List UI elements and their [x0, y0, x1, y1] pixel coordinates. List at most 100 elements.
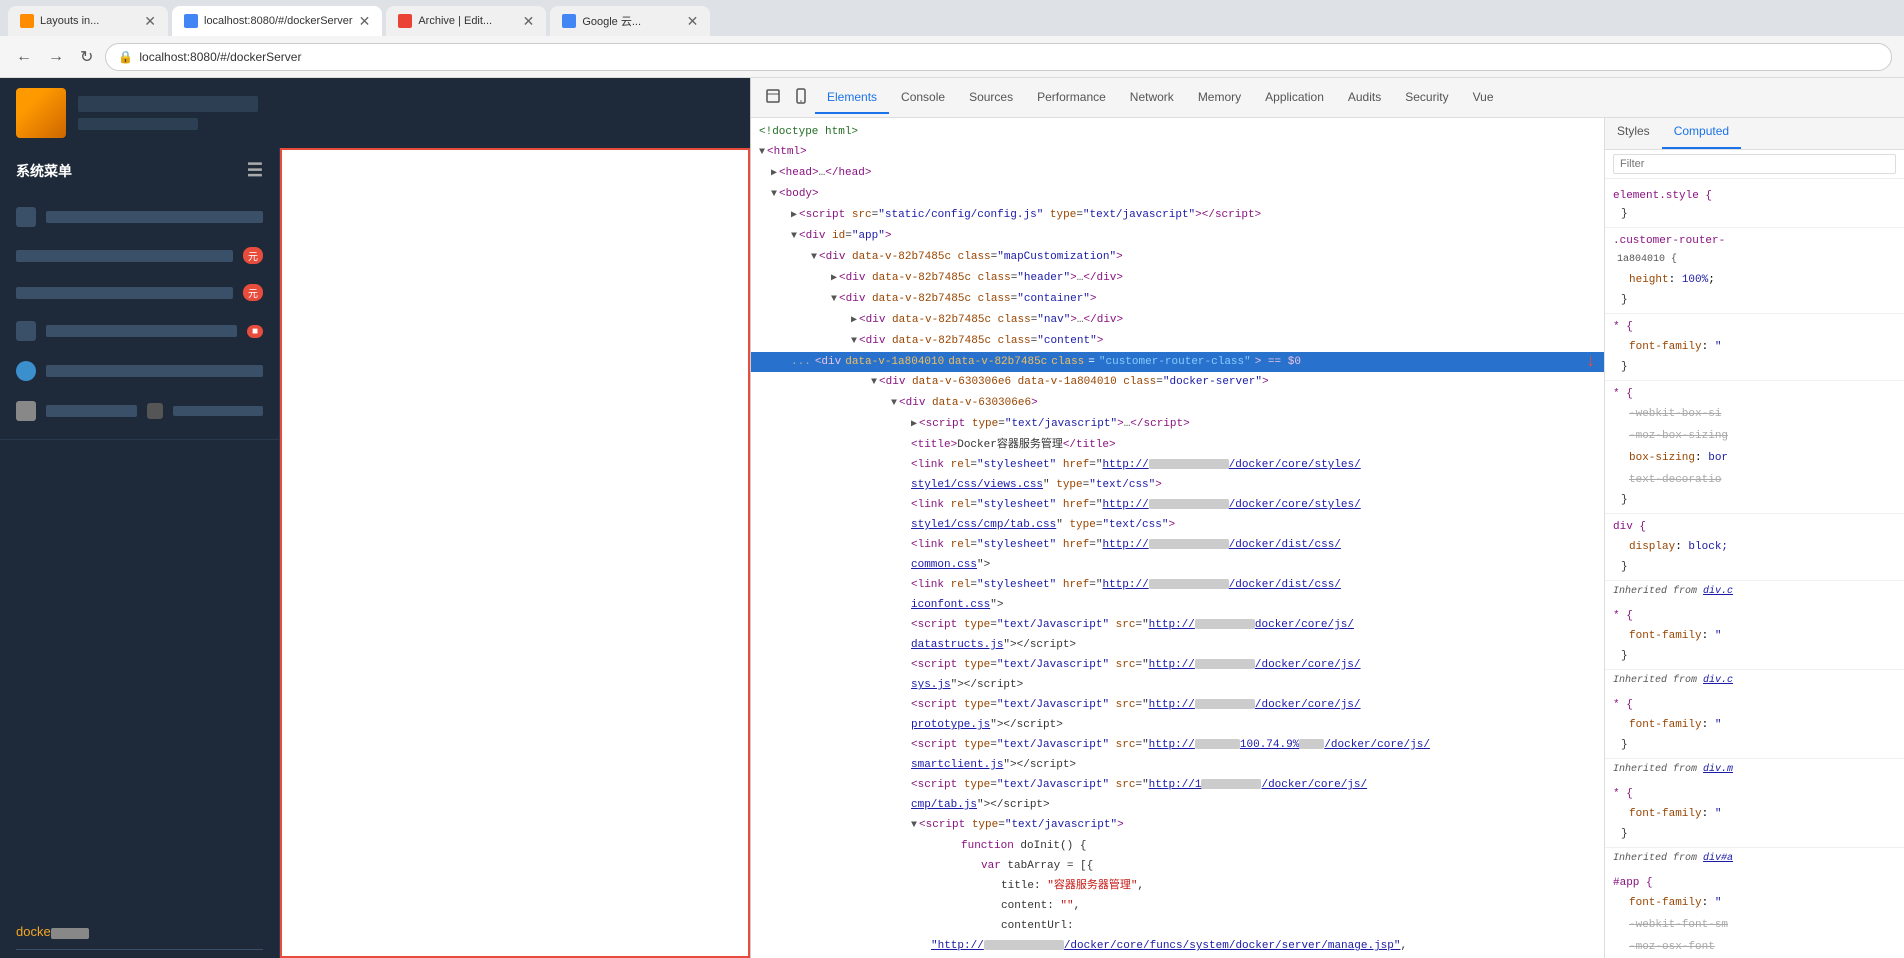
style-selector-inherited-2: * {	[1613, 699, 1633, 711]
dom-docker-triangle[interactable]	[871, 377, 877, 388]
dom-header-triangle[interactable]	[831, 273, 837, 284]
dom-div-nav[interactable]: <div data-v-82b7485c class="nav">…</div>	[751, 310, 1604, 331]
hamburger-icon[interactable]: ☰	[247, 160, 263, 181]
dom-panel[interactable]: <!doctype html> <html> <head>…</head> <b…	[751, 118, 1604, 958]
devtools-tab-network[interactable]: Network	[1118, 82, 1186, 114]
devtools-tab-console[interactable]: Console	[889, 82, 957, 114]
main-area: 系统菜单 ☰ 元 元	[0, 78, 1904, 958]
tab-2-favicon	[184, 14, 198, 28]
tab-1[interactable]: Layouts in... ✕	[8, 6, 168, 36]
style-selector-div: div {	[1613, 521, 1646, 533]
dom-inline-triangle[interactable]	[911, 820, 917, 831]
style-rule-customer: .customer-router- 1a804010 { height: 100…	[1605, 228, 1904, 314]
dom-script-triangle[interactable]	[791, 210, 797, 221]
dom-script-config[interactable]: <script src="static/config/config.js" ty…	[751, 205, 1604, 226]
tab-2-close[interactable]: ✕	[359, 13, 371, 30]
dom-nav-triangle[interactable]	[851, 315, 857, 326]
dom-container-triangle[interactable]	[831, 294, 837, 305]
sidebar-item-4[interactable]: ■	[0, 311, 279, 351]
dom-script-tab-cont[interactable]: cmp/tab.js"></script>	[751, 795, 1604, 815]
devtools-tab-application[interactable]: Application	[1253, 82, 1336, 114]
sidebar-item-3[interactable]: 元	[0, 274, 279, 311]
sidebar-item-6[interactable]	[0, 391, 279, 431]
dom-div-map[interactable]: <div data-v-82b7485c class="mapCustomiza…	[751, 247, 1604, 268]
dom-link-views-css-cont[interactable]: style1/css/views.css" type="text/css">	[751, 475, 1604, 495]
dom-link-common-css-cont[interactable]: common.css">	[751, 555, 1604, 575]
devtools-tab-elements[interactable]: Elements	[815, 82, 889, 114]
style-rule-star-1: * { font-family: " }	[1605, 314, 1904, 381]
sidebar-item-1[interactable]	[0, 197, 279, 237]
tab-4-close[interactable]: ✕	[687, 13, 699, 30]
dom-app-triangle[interactable]	[791, 231, 797, 242]
dom-script-tab[interactable]: <script type="text/Javascript" src="http…	[751, 775, 1604, 795]
dom-link-iconfont-css[interactable]: <link rel="stylesheet" href="http:///doc…	[751, 575, 1604, 595]
forward-button[interactable]: →	[44, 44, 68, 70]
dom-link-tab-css-cont[interactable]: style1/css/cmp/tab.css" type="text/css">	[751, 515, 1604, 535]
dom-script-prototype-cont[interactable]: prototype.js"></script>	[751, 715, 1604, 735]
dom-script-datastructs[interactable]: <script type="text/Javascript" src="http…	[751, 615, 1604, 635]
dom-div-content[interactable]: <div data-v-82b7485c class="content">	[751, 331, 1604, 352]
devtools-tab-vue[interactable]: Vue	[1461, 82, 1506, 114]
dom-script-sys-cont[interactable]: sys.js"></script>	[751, 675, 1604, 695]
dom-body-triangle[interactable]	[771, 189, 777, 200]
dom-docker-server[interactable]: <div data-v-630306e6 data-v-1a804010 cla…	[751, 372, 1604, 393]
tab-3-close[interactable]: ✕	[523, 13, 535, 30]
dom-div-app[interactable]: <div id="app">	[751, 226, 1604, 247]
app-logo	[16, 88, 66, 138]
dom-head-triangle[interactable]	[771, 168, 777, 179]
devtools-device-btn[interactable]	[787, 82, 815, 113]
dom-script-inline[interactable]: <script type="text/javascript">	[751, 815, 1604, 836]
tab-3[interactable]: Archive | Edit... ✕	[386, 6, 546, 36]
dom-script-prototype[interactable]: <script type="text/Javascript" src="http…	[751, 695, 1604, 715]
devtools-tab-security[interactable]: Security	[1393, 82, 1460, 114]
dom-link-common-css[interactable]: <link rel="stylesheet" href="http:///doc…	[751, 535, 1604, 555]
devtools-tab-performance[interactable]: Performance	[1025, 82, 1118, 114]
devtools-tab-memory[interactable]: Memory	[1186, 82, 1253, 114]
dom-script-js[interactable]: <script type="text/javascript">…</script…	[751, 414, 1604, 435]
dom-content-triangle[interactable]	[851, 336, 857, 347]
tab-2[interactable]: localhost:8080/#/dockerServer ✕	[172, 6, 382, 36]
app-title-area	[78, 96, 258, 130]
dom-link-iconfont-css-cont[interactable]: iconfont.css">	[751, 595, 1604, 615]
sidebar-docker-item[interactable]: docke■■■ ←	[0, 914, 279, 949]
tab-4[interactable]: Google 云... ✕	[550, 6, 710, 36]
sidebar-item-4-badge: ■	[247, 325, 263, 338]
sidebar-item-5[interactable]	[0, 351, 279, 391]
dom-script-smartclient-cont[interactable]: smartclient.js"></script>	[751, 755, 1604, 775]
address-bar[interactable]: 🔒 localhost:8080/#/dockerServer	[105, 43, 1892, 71]
dom-link-views-css[interactable]: <link rel="stylesheet" href="http:///doc…	[751, 455, 1604, 475]
app-area: 系统菜单 ☰ 元 元	[0, 78, 750, 958]
dom-630-triangle[interactable]	[891, 398, 897, 409]
styles-filter-input[interactable]	[1613, 154, 1896, 174]
dom-script-smartclient[interactable]: <script type="text/Javascript" src="http…	[751, 735, 1604, 755]
dom-title[interactable]: <title>Docker容器服务管理</title>	[751, 435, 1604, 455]
dom-body[interactable]: <body>	[751, 184, 1604, 205]
devtools-tab-audits[interactable]: Audits	[1336, 82, 1393, 114]
dom-html-triangle[interactable]	[759, 147, 765, 158]
dom-div-630[interactable]: <div data-v-630306e6>	[751, 393, 1604, 414]
dom-map-triangle[interactable]	[811, 252, 817, 263]
tab-1-close[interactable]: ✕	[144, 13, 156, 30]
styles-tab-styles[interactable]: Styles	[1605, 118, 1662, 149]
devtools-main: <!doctype html> <html> <head>…</head> <b…	[751, 118, 1904, 958]
dom-link-tab-css[interactable]: <link rel="stylesheet" href="http:///doc…	[751, 495, 1604, 515]
back-button[interactable]: ←	[12, 44, 36, 70]
style-prop-webkit-box: -webkit-box-si	[1613, 403, 1896, 425]
sidebar-item-3-badge: 元	[243, 284, 263, 301]
dom-script-js-triangle[interactable]	[911, 419, 917, 430]
devtools-inspect-btn[interactable]	[759, 82, 787, 113]
styles-tab-computed[interactable]: Computed	[1662, 118, 1741, 149]
dom-doctype[interactable]: <!doctype html>	[751, 122, 1604, 142]
dom-html[interactable]: <html>	[751, 142, 1604, 163]
dom-div-header[interactable]: <div data-v-82b7485c class="header">…</d…	[751, 268, 1604, 289]
dom-customer-router[interactable]: ... <div data-v-1a804010 data-v-82b7485c…	[751, 352, 1604, 372]
dom-head[interactable]: <head>…</head>	[751, 163, 1604, 184]
dom-div-container[interactable]: <div data-v-82b7485c class="container">	[751, 289, 1604, 310]
reload-button[interactable]: ↻	[76, 43, 97, 71]
dom-contenturl-value[interactable]: "http:///docker/core/funcs/system/docker…	[751, 936, 1604, 956]
devtools-tab-sources[interactable]: Sources	[957, 82, 1025, 114]
dom-script-sys[interactable]: <script type="text/Javascript" src="http…	[751, 655, 1604, 675]
address-text: localhost:8080/#/dockerServer	[139, 50, 301, 64]
dom-script-datastructs-cont[interactable]: datastructs.js"></script>	[751, 635, 1604, 655]
sidebar-item-2[interactable]: 元	[0, 237, 279, 274]
